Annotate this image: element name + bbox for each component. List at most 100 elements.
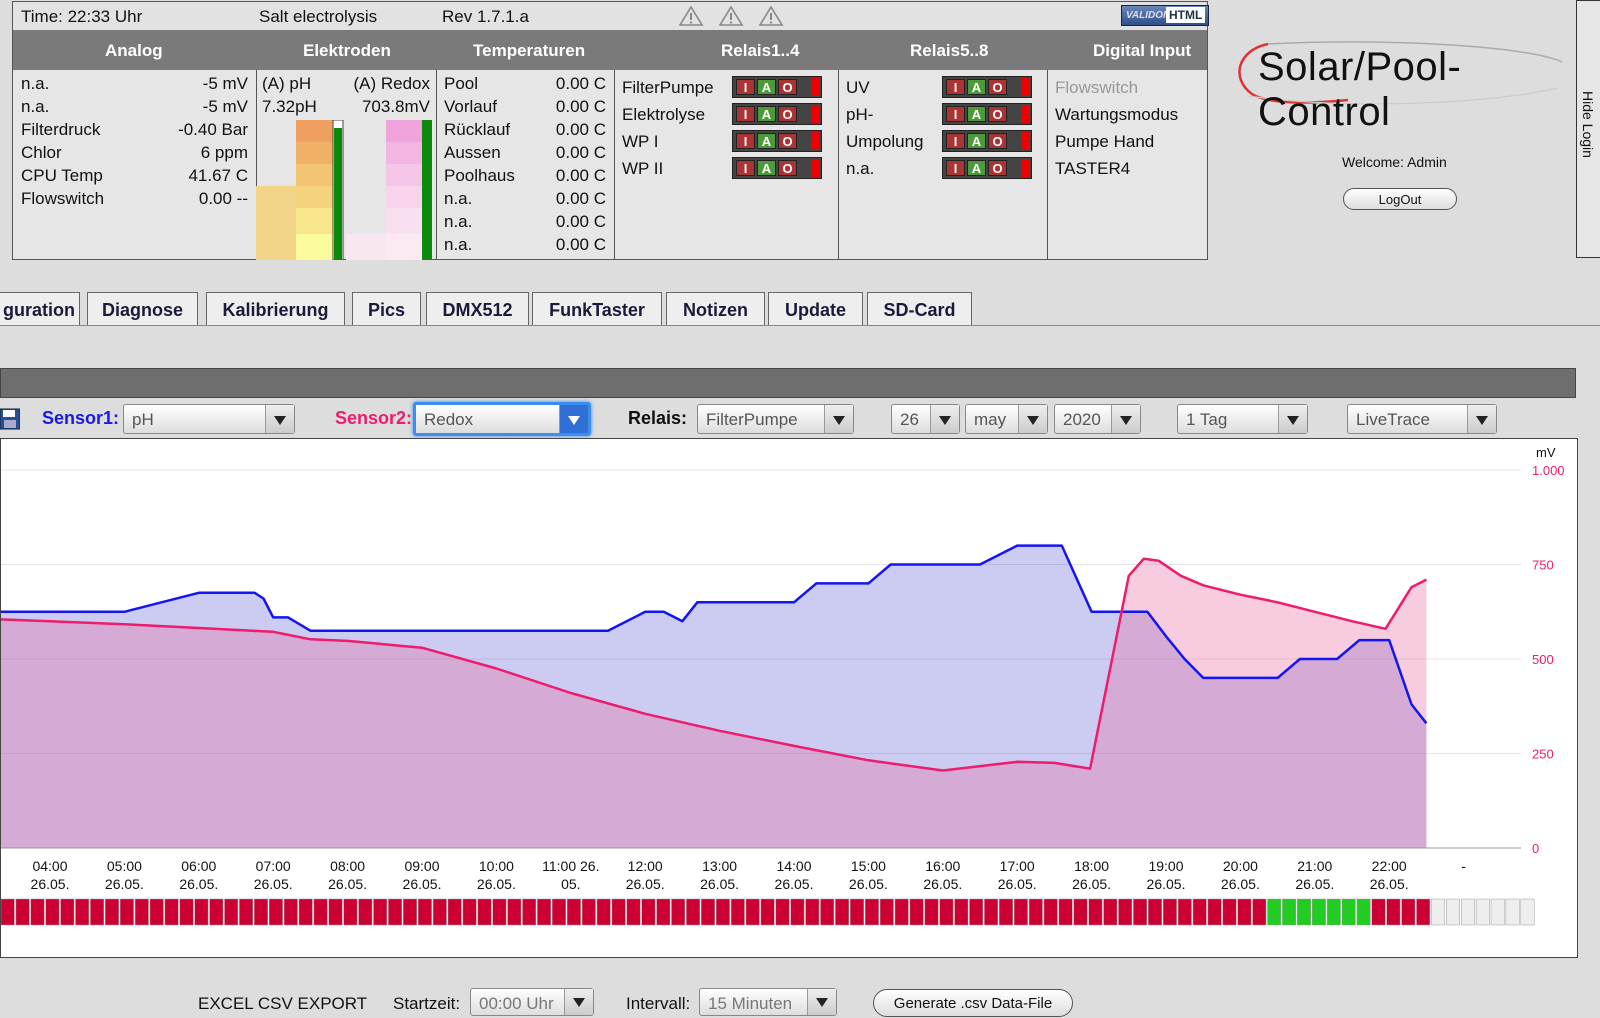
relay-timeline-cell [969,898,984,926]
tab-diagnose[interactable]: Diagnose [87,292,198,326]
range-select[interactable]: 1 Tag [1177,404,1308,434]
y-tick-label: 750 [1532,558,1554,573]
relay-switch-na[interactable]: IAO [942,157,1032,179]
relay-on-button[interactable]: O [988,106,1007,122]
start-time-select[interactable]: 00:00 Uhr [470,988,594,1016]
relay-off-button[interactable]: I [946,106,965,122]
analog-value: -5 mV [202,74,248,93]
tab-update[interactable]: Update [768,292,863,326]
relay-switch-filterpumpe[interactable]: IAO [732,76,822,98]
relay-off-button[interactable]: I [946,79,965,95]
trace-mode-value: LiveTrace [1356,410,1431,429]
relay-timeline-cell [805,898,820,926]
relay-timeline-cell [313,898,328,926]
warning-icon[interactable] [678,5,704,27]
x-tick-label: 19:00 [1148,858,1183,874]
relay-status-led [811,105,820,123]
relay-status-led [1021,105,1030,123]
day-select[interactable]: 26 [891,404,960,434]
relay-timeline-cell [522,898,537,926]
html-validator-badge[interactable]: VALIDOME HTML [1121,5,1209,26]
tab-dmx512[interactable]: DMX512 [426,292,529,326]
relay-off-button[interactable]: I [946,160,965,176]
status-panel: Time: 22:33 Uhr Salt electrolysis Rev 1.… [12,1,1209,260]
hide-login-tab[interactable]: Hide Login [1576,0,1600,258]
relay-status-led [811,78,820,96]
relay-timeline-cell [1311,898,1326,926]
relay-timeline-cell [671,898,686,926]
chart-area[interactable]: 0 250 500 750 1.000 mV 04:00 26.05. 05:00 26.05. 0… [0,438,1578,958]
relay-timeline-cell [1416,898,1431,926]
warning-icon[interactable] [758,5,784,27]
warning-icon[interactable] [718,5,744,27]
header-digital-input: Digital Input [1093,41,1192,60]
relay-switch-umpolung[interactable]: IAO [942,130,1032,152]
tab-notizen[interactable]: Notizen [666,292,765,326]
analog-label: Chlor [21,143,62,162]
relay-auto-button[interactable]: A [757,133,776,149]
temperatures-column: Pool 0.00 C Vorlauf 0.00 C Rücklauf 0.00 C … [436,70,615,260]
relais5-8-column: UV IAO pH- IAO Umpolung IAO n.a. IAO [838,70,1048,260]
relay-auto-button[interactable]: A [967,160,986,176]
relay-auto-button[interactable]: A [967,106,986,122]
chevron-down-icon [1467,405,1496,433]
analog-column: n.a. -5 mV n.a. -5 mV Filterdruck -0.40 Bar… [13,70,257,260]
tab-configuration[interactable]: guration [0,292,80,326]
status-header-row: Analog Elektroden Temperaturen Relais1..… [13,30,1207,70]
logout-button[interactable]: LogOut [1343,188,1457,210]
x-tick-label: 13:00 [702,858,737,874]
relay-on-button[interactable]: O [988,133,1007,149]
relay-off-button[interactable]: I [736,106,755,122]
tab-kalibrierung[interactable]: Kalibrierung [206,292,345,326]
relay-off-button[interactable]: I [736,160,755,176]
electrode-gauges [256,120,432,260]
relais1-4-column: FilterPumpe IAO Elektrolyse IAO WP I IAO… [614,70,839,260]
trace-mode-select[interactable]: LiveTrace [1347,404,1497,434]
relay-off-button[interactable]: I [736,79,755,95]
relay-switch-wp1[interactable]: IAO [732,130,822,152]
tab-funktaster[interactable]: FunkTaster [532,292,662,326]
relay-timeline-cell [343,898,358,926]
sensor2-select[interactable]: Redox [413,402,591,436]
relay-on-button[interactable]: O [988,160,1007,176]
relay-auto-button[interactable]: A [757,106,776,122]
tab-sd-card[interactable]: SD-Card [867,292,972,326]
relay-off-button[interactable]: I [946,133,965,149]
year-select[interactable]: 2020 [1054,404,1141,434]
relay-switch-elektrolyse[interactable]: IAO [732,103,822,125]
relay-on-button[interactable]: O [778,133,797,149]
temperature-label: Vorlauf [444,97,497,116]
relay-on-button[interactable]: O [778,160,797,176]
temperature-row: n.a. 0.00 C [444,212,606,235]
relay-timeline-cell [492,898,507,926]
interval-select[interactable]: 15 Minuten [699,988,837,1016]
relay-timeline-cell [1088,898,1103,926]
relay-timeline-cell [686,898,701,926]
x-tick-label: 09:00 [404,858,439,874]
x-tick-label: 26.05. [923,876,962,892]
relay-timeline-cell [552,898,566,926]
relay-switch-ph-minus[interactable]: IAO [942,103,1032,125]
relais-select[interactable]: FilterPumpe [697,404,854,434]
sensor1-select[interactable]: pH [123,404,295,434]
generate-csv-button[interactable]: Generate .csv Data-File [873,989,1073,1017]
relay-auto-button[interactable]: A [967,79,986,95]
tab-pics[interactable]: Pics [352,292,421,326]
relay-on-button[interactable]: O [778,79,797,95]
relay-switch-wp2[interactable]: IAO [732,157,822,179]
x-tick-label: 26.05. [626,876,665,892]
y-tick-label: 500 [1532,652,1554,667]
relay-off-button[interactable]: I [736,133,755,149]
relay-timeline-cell [149,898,164,926]
temperature-label: Pool [444,74,479,93]
x-tick-label: 26.05. [1295,876,1334,892]
relay-auto-button[interactable]: A [757,160,776,176]
relay-switch-uv[interactable]: IAO [942,76,1032,98]
relay-auto-button[interactable]: A [757,79,776,95]
relay-on-button[interactable]: O [778,106,797,122]
time-text: Time: 22:33 Uhr [21,7,143,26]
relay-on-button[interactable]: O [988,79,1007,95]
relay-auto-button[interactable]: A [967,133,986,149]
month-select[interactable]: may [965,404,1048,434]
save-icon[interactable] [0,407,20,431]
